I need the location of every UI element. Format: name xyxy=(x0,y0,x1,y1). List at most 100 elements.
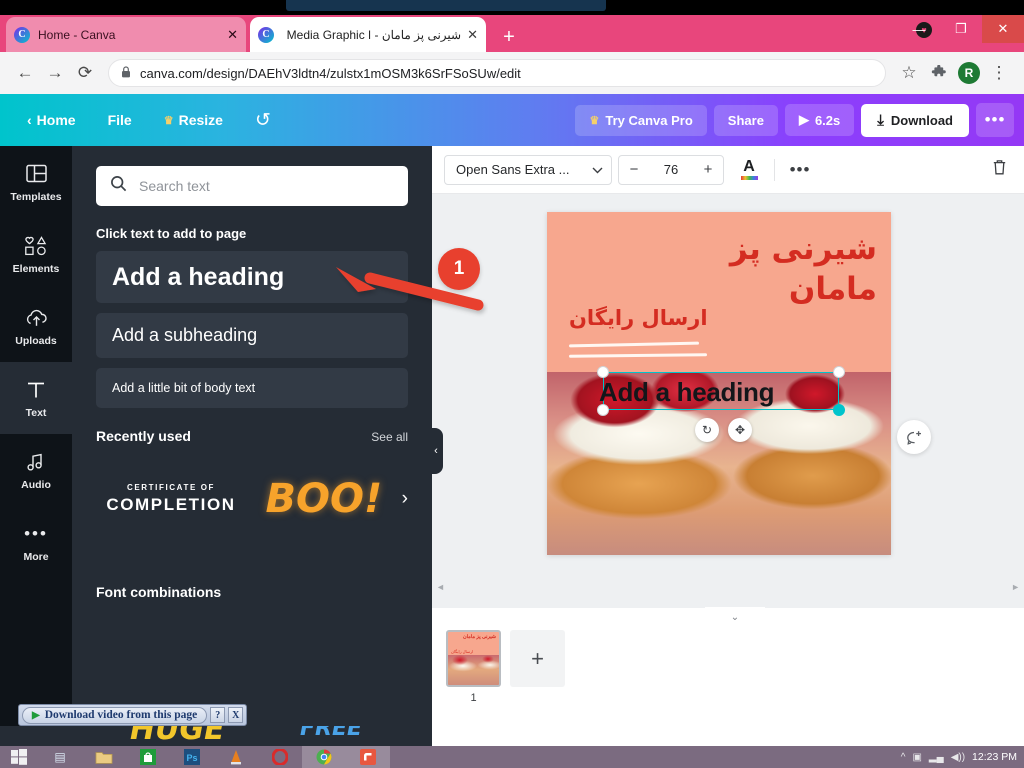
add-subheading-card[interactable]: Add a subheading xyxy=(96,313,408,358)
search-input[interactable]: Search text xyxy=(96,166,408,206)
canvas-horizontal-scrollbar[interactable]: ◄ ► xyxy=(432,580,1024,594)
vlc-icon[interactable] xyxy=(214,746,258,768)
scroll-left-icon[interactable]: ◄ xyxy=(436,582,445,592)
scroll-right-icon[interactable]: ► xyxy=(1011,582,1020,592)
add-body-text-card[interactable]: Add a little bit of body text xyxy=(96,368,408,408)
close-window-button[interactable]: ✕ xyxy=(982,15,1024,43)
browser-menu-icon[interactable]: ⋮ xyxy=(984,58,1014,88)
chevron-right-icon[interactable]: › xyxy=(402,488,408,510)
tray-expand-icon[interactable]: ^ xyxy=(901,752,906,763)
text-icon xyxy=(25,378,47,402)
back-icon[interactable]: ← xyxy=(10,58,40,88)
sidebar-item-uploads[interactable]: Uploads xyxy=(0,290,72,362)
font-family-select[interactable]: Open Sans Extra ... xyxy=(444,154,612,185)
file-menu-button[interactable]: File xyxy=(95,105,145,135)
pages-strip: ⌄ شیرنی پز مامان ارسال رایگان 1 + Notes xyxy=(432,607,1024,768)
download-bar-help-button[interactable]: ? xyxy=(210,707,226,723)
tray-volume-icon[interactable]: ◀)) xyxy=(951,752,965,763)
close-icon[interactable]: ✕ xyxy=(467,28,478,41)
canva-icon: C xyxy=(258,26,274,43)
url-text: canva.com/design/DAEhV3ldtn4/zulstx1mOSM… xyxy=(140,65,521,81)
recently-used-carousel: CERTIFICATE OF COMPLETION BOO! › xyxy=(96,476,408,522)
move-icon[interactable]: ✥ xyxy=(728,418,752,442)
try-canva-pro-button[interactable]: ♛ Try Canva Pro xyxy=(575,104,707,136)
comment-add-icon[interactable] xyxy=(897,420,931,454)
tray-message-icon[interactable]: ▣ xyxy=(912,752,921,763)
templates-icon xyxy=(25,162,47,186)
present-button[interactable]: ▶ 6.2s xyxy=(784,104,855,136)
download-video-label: Download video from this page xyxy=(44,709,198,721)
collapse-panel-button[interactable]: ‹ xyxy=(429,428,443,474)
selected-text-content[interactable]: Add a heading xyxy=(599,373,845,411)
resize-label: Resize xyxy=(178,112,223,128)
minimize-button[interactable]: — xyxy=(898,15,940,43)
trash-icon[interactable] xyxy=(991,158,1012,181)
undo-button[interactable]: ↺ xyxy=(242,102,284,139)
sidebar-item-audio[interactable]: Audio xyxy=(0,434,72,506)
chrome-icon[interactable] xyxy=(302,746,346,768)
canvas-subtitle-text[interactable]: ارسال رایگان xyxy=(569,306,708,330)
resize-handle-bottom-right[interactable] xyxy=(833,404,845,416)
rotate-icon[interactable]: ↻ xyxy=(695,418,719,442)
chevron-left-icon: ‹ xyxy=(27,112,32,128)
bleed-huge-text: HUGE xyxy=(130,726,225,746)
extensions-icon[interactable] xyxy=(924,58,954,88)
download-button[interactable]: ⤓ Download xyxy=(861,103,969,137)
resize-handle-top-left[interactable] xyxy=(597,366,609,378)
canvas-viewport[interactable]: شیرنی پز مامان ارسال رایگان Add a headin… xyxy=(432,194,1024,594)
address-bar[interactable]: canva.com/design/DAEhV3ldtn4/zulstx1mOSM… xyxy=(108,59,886,87)
avatar[interactable]: R xyxy=(954,58,984,88)
sidebar-item-elements[interactable]: Elements xyxy=(0,218,72,290)
resize-handle-bottom-left[interactable] xyxy=(597,404,609,416)
system-tray: ^ ▣ ▂▄ ◀)) 12:23 PM xyxy=(901,751,1024,763)
decrease-font-size-button[interactable]: − xyxy=(619,156,649,184)
sidebar-item-more[interactable]: ••• More xyxy=(0,506,72,578)
tab-title: Home - Canva xyxy=(38,27,116,42)
see-all-link[interactable]: See all xyxy=(371,430,408,444)
app-icon[interactable] xyxy=(346,746,390,768)
increase-font-size-button[interactable]: + xyxy=(693,156,723,184)
add-page-button[interactable]: + xyxy=(510,630,565,687)
reload-icon[interactable]: ⟳ xyxy=(70,58,100,88)
download-video-button[interactable]: ▶ Download video from this page xyxy=(22,706,208,724)
more-icon: ••• xyxy=(24,523,48,543)
browser-tab-home[interactable]: C Home - Canva ✕ xyxy=(6,17,246,52)
text-color-button[interactable]: A xyxy=(734,159,764,180)
home-button[interactable]: ‹ Home xyxy=(14,105,89,135)
resize-button[interactable]: ♛ Resize xyxy=(151,105,236,135)
sidebar-item-templates[interactable]: Templates xyxy=(0,146,72,218)
opera-icon[interactable] xyxy=(258,746,302,768)
tray-network-icon[interactable]: ▂▄ xyxy=(929,752,944,763)
new-tab-button[interactable]: + xyxy=(496,24,522,50)
file-explorer-icon[interactable] xyxy=(82,746,126,768)
chevron-down-icon xyxy=(592,162,603,177)
resize-handle-top-right[interactable] xyxy=(833,366,845,378)
page-thumbnail-1[interactable]: شیرنی پز مامان ارسال رایگان xyxy=(446,630,501,687)
share-button[interactable]: Share xyxy=(713,104,778,136)
canvas-title-text[interactable]: شیرنی پز مامان xyxy=(677,230,877,309)
photoshop-icon[interactable]: Ps xyxy=(170,746,214,768)
bookmark-star-icon[interactable]: ☆ xyxy=(894,58,924,88)
header-more-button[interactable]: ••• xyxy=(976,103,1014,137)
browser-tab-design[interactable]: C شیرنی پز مامان - Media Graphic ǀ ✕ xyxy=(250,17,486,52)
annotation-step-badge: 1 xyxy=(438,248,480,290)
header-left-group: ‹ Home File ♛ Resize ↺ xyxy=(0,102,284,139)
task-view-icon[interactable]: ▤ xyxy=(38,746,82,768)
thumbnail-subtitle: ارسال رایگان xyxy=(451,649,474,654)
forward-icon[interactable]: → xyxy=(40,58,70,88)
selected-text-frame[interactable]: Add a heading xyxy=(597,366,845,416)
store-icon[interactable] xyxy=(126,746,170,768)
browser-navbar: ← → ⟳ canva.com/design/DAEhV3ldtn4/zulst… xyxy=(0,52,1024,94)
close-icon[interactable]: ✕ xyxy=(227,28,238,41)
maximize-button[interactable]: ❐ xyxy=(940,15,982,43)
windows-icon[interactable] xyxy=(0,746,38,768)
toolbar-more-button[interactable]: ••• xyxy=(785,160,815,180)
recent-item-boo[interactable]: BOO! xyxy=(256,476,392,522)
taskbar-clock[interactable]: 12:23 PM xyxy=(972,751,1017,763)
design-canvas[interactable]: شیرنی پز مامان ارسال رایگان Add a headin… xyxy=(547,212,891,555)
recent-item-certificate[interactable]: CERTIFICATE OF COMPLETION xyxy=(96,483,246,515)
collapse-pages-button[interactable]: ⌄ xyxy=(705,607,765,627)
font-size-input[interactable]: 76 xyxy=(649,162,693,177)
download-bar-close-button[interactable]: X xyxy=(228,707,244,723)
sidebar-item-text[interactable]: Text xyxy=(0,362,72,434)
